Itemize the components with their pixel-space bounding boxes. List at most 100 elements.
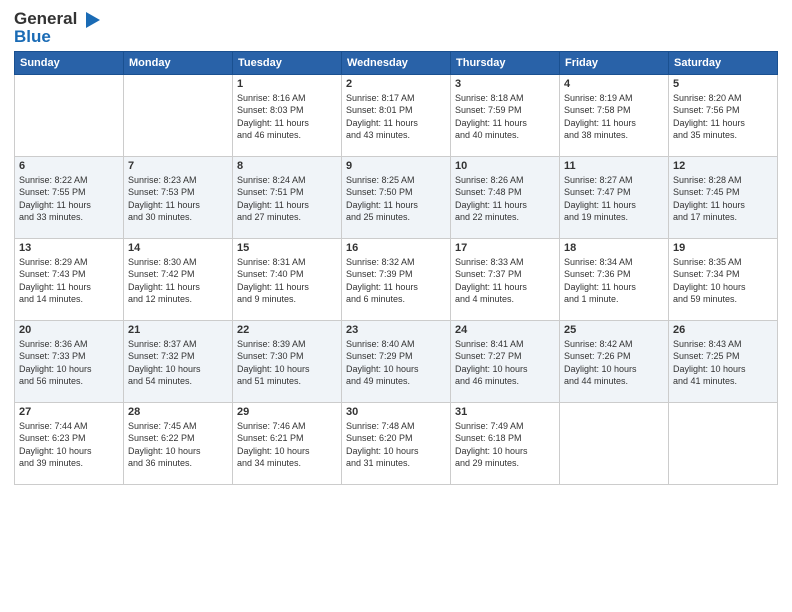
day-info: Sunrise: 8:31 AM Sunset: 7:40 PM Dayligh… [237,256,337,306]
calendar-cell: 30 Sunrise: 7:48 AM Sunset: 6:20 PM Dayli… [342,402,451,484]
day-number: 22 [237,324,337,336]
day-info: Sunrise: 8:33 AM Sunset: 7:37 PM Dayligh… [455,256,555,306]
day-number: 9 [346,160,446,172]
calendar-week-row: 6 Sunrise: 8:22 AM Sunset: 7:55 PM Daylig… [15,156,778,238]
calendar-cell: 3 Sunrise: 8:18 AM Sunset: 7:59 PM Daylig… [451,74,560,156]
calendar-cell: 15 Sunrise: 8:31 AM Sunset: 7:40 PM Dayli… [233,238,342,320]
calendar-cell [124,74,233,156]
day-number: 10 [455,160,555,172]
logo: General Blue [14,10,100,45]
calendar-cell: 1Sunrise: 8:16 AM Sunset: 8:03 PM Daylig… [233,74,342,156]
day-info: Sunrise: 8:29 AM Sunset: 7:43 PM Dayligh… [19,256,119,306]
calendar-cell [15,74,124,156]
calendar-cell: 24 Sunrise: 8:41 AM Sunset: 7:27 PM Dayli… [451,320,560,402]
day-number: 6 [19,160,119,172]
day-info: Sunrise: 8:37 AM Sunset: 7:32 PM Dayligh… [128,338,228,388]
calendar-cell: 9Sunrise: 8:25 AM Sunset: 7:50 PM Daylig… [342,156,451,238]
weekday-header-monday: Monday [124,51,233,74]
day-info: Sunrise: 8:32 AM Sunset: 7:39 PM Dayligh… [346,256,446,306]
calendar-cell: 13Sunrise: 8:29 AM Sunset: 7:43 PM Dayli… [15,238,124,320]
day-info: Sunrise: 8:43 AM Sunset: 7:25 PM Dayligh… [673,338,773,388]
day-number: 8 [237,160,337,172]
calendar-cell: 26 Sunrise: 8:43 AM Sunset: 7:25 PM Dayli… [669,320,778,402]
calendar-cell: 2 Sunrise: 8:17 AM Sunset: 8:01 PM Daylig… [342,74,451,156]
calendar-cell: 8 Sunrise: 8:24 AM Sunset: 7:51 PM Daylig… [233,156,342,238]
day-info: Sunrise: 7:46 AM Sunset: 6:21 PM Dayligh… [237,420,337,470]
day-info: Sunrise: 8:27 AM Sunset: 7:47 PM Dayligh… [564,174,664,224]
calendar-cell: 7 Sunrise: 8:23 AM Sunset: 7:53 PM Daylig… [124,156,233,238]
day-info: Sunrise: 8:19 AM Sunset: 7:58 PM Dayligh… [564,92,664,142]
calendar-week-row: 20 Sunrise: 8:36 AM Sunset: 7:33 PM Dayli… [15,320,778,402]
calendar-cell: 23Sunrise: 8:40 AM Sunset: 7:29 PM Dayli… [342,320,451,402]
weekday-header-row: SundayMondayTuesdayWednesdayThursdayFrid… [15,51,778,74]
day-info: Sunrise: 8:17 AM Sunset: 8:01 PM Dayligh… [346,92,446,142]
calendar-cell: 6 Sunrise: 8:22 AM Sunset: 7:55 PM Daylig… [15,156,124,238]
calendar-cell: 5 Sunrise: 8:20 AM Sunset: 7:56 PM Daylig… [669,74,778,156]
day-number: 3 [455,78,555,90]
day-number: 12 [673,160,773,172]
day-number: 21 [128,324,228,336]
day-number: 24 [455,324,555,336]
calendar-cell: 14 Sunrise: 8:30 AM Sunset: 7:42 PM Dayli… [124,238,233,320]
calendar-cell: 28 Sunrise: 7:45 AM Sunset: 6:22 PM Dayli… [124,402,233,484]
day-number: 28 [128,406,228,418]
day-info: Sunrise: 8:26 AM Sunset: 7:48 PM Dayligh… [455,174,555,224]
day-info: Sunrise: 8:42 AM Sunset: 7:26 PM Dayligh… [564,338,664,388]
day-number: 15 [237,242,337,254]
weekday-header-saturday: Saturday [669,51,778,74]
weekday-header-thursday: Thursday [451,51,560,74]
day-number: 23 [346,324,446,336]
weekday-header-sunday: Sunday [15,51,124,74]
day-number: 2 [346,78,446,90]
calendar-cell: 20 Sunrise: 8:36 AM Sunset: 7:33 PM Dayli… [15,320,124,402]
calendar-cell: 18 Sunrise: 8:34 AM Sunset: 7:36 PM Dayli… [560,238,669,320]
day-info: Sunrise: 8:23 AM Sunset: 7:53 PM Dayligh… [128,174,228,224]
calendar-cell: 25Sunrise: 8:42 AM Sunset: 7:26 PM Dayli… [560,320,669,402]
calendar-table: SundayMondayTuesdayWednesdayThursdayFrid… [14,51,778,485]
day-info: Sunrise: 8:28 AM Sunset: 7:45 PM Dayligh… [673,174,773,224]
day-number: 31 [455,406,555,418]
day-number: 27 [19,406,119,418]
day-info: Sunrise: 7:45 AM Sunset: 6:22 PM Dayligh… [128,420,228,470]
day-info: Sunrise: 7:49 AM Sunset: 6:18 PM Dayligh… [455,420,555,470]
day-number: 1 [237,78,337,90]
calendar-cell: 21 Sunrise: 8:37 AM Sunset: 7:32 PM Dayli… [124,320,233,402]
calendar-cell: 22Sunrise: 8:39 AM Sunset: 7:30 PM Dayli… [233,320,342,402]
day-number: 5 [673,78,773,90]
day-info: Sunrise: 8:18 AM Sunset: 7:59 PM Dayligh… [455,92,555,142]
calendar-week-row: 1Sunrise: 8:16 AM Sunset: 8:03 PM Daylig… [15,74,778,156]
day-info: Sunrise: 8:34 AM Sunset: 7:36 PM Dayligh… [564,256,664,306]
day-info: Sunrise: 8:30 AM Sunset: 7:42 PM Dayligh… [128,256,228,306]
day-info: Sunrise: 8:24 AM Sunset: 7:51 PM Dayligh… [237,174,337,224]
day-info: Sunrise: 8:41 AM Sunset: 7:27 PM Dayligh… [455,338,555,388]
calendar-cell: 17 Sunrise: 8:33 AM Sunset: 7:37 PM Dayli… [451,238,560,320]
calendar-cell: 29 Sunrise: 7:46 AM Sunset: 6:21 PM Dayli… [233,402,342,484]
calendar-cell: 12 Sunrise: 8:28 AM Sunset: 7:45 PM Dayli… [669,156,778,238]
calendar-week-row: 27 Sunrise: 7:44 AM Sunset: 6:23 PM Dayli… [15,402,778,484]
calendar-cell [669,402,778,484]
day-number: 18 [564,242,664,254]
day-info: Sunrise: 8:36 AM Sunset: 7:33 PM Dayligh… [19,338,119,388]
day-number: 29 [237,406,337,418]
day-info: Sunrise: 8:35 AM Sunset: 7:34 PM Dayligh… [673,256,773,306]
day-number: 19 [673,242,773,254]
weekday-header-tuesday: Tuesday [233,51,342,74]
day-info: Sunrise: 7:48 AM Sunset: 6:20 PM Dayligh… [346,420,446,470]
day-number: 26 [673,324,773,336]
day-number: 20 [19,324,119,336]
day-number: 11 [564,160,664,172]
day-info: Sunrise: 8:22 AM Sunset: 7:55 PM Dayligh… [19,174,119,224]
header: General Blue [14,10,778,45]
day-info: Sunrise: 7:44 AM Sunset: 6:23 PM Dayligh… [19,420,119,470]
day-info: Sunrise: 8:20 AM Sunset: 7:56 PM Dayligh… [673,92,773,142]
logo-triangle-icon [82,12,100,28]
calendar-cell: 10 Sunrise: 8:26 AM Sunset: 7:48 PM Dayli… [451,156,560,238]
day-number: 7 [128,160,228,172]
day-number: 16 [346,242,446,254]
calendar-cell: 19 Sunrise: 8:35 AM Sunset: 7:34 PM Dayli… [669,238,778,320]
calendar-cell: 4Sunrise: 8:19 AM Sunset: 7:58 PM Daylig… [560,74,669,156]
day-number: 30 [346,406,446,418]
calendar-cell: 16 Sunrise: 8:32 AM Sunset: 7:39 PM Dayli… [342,238,451,320]
day-number: 17 [455,242,555,254]
day-number: 14 [128,242,228,254]
